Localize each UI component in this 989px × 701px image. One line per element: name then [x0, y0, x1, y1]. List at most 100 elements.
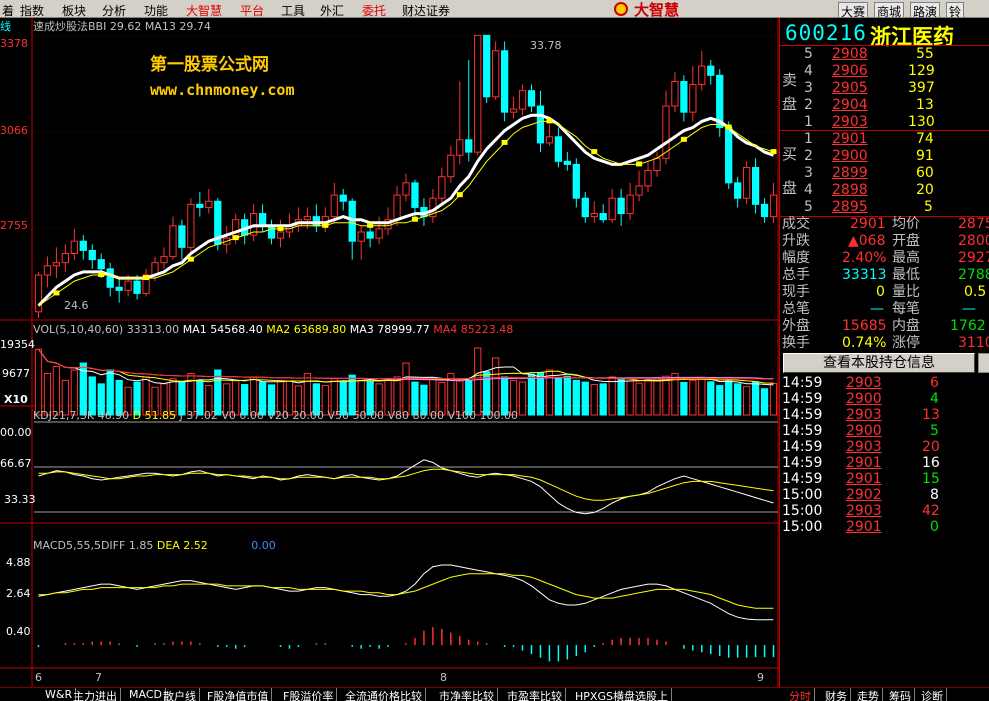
volume-bar: [402, 362, 410, 416]
candle-body: [581, 197, 589, 218]
buy-level-5[interactable]: 5 2895 5: [804, 199, 989, 216]
menu-item-broker[interactable]: 财达证券: [402, 2, 450, 19]
tab-trend[interactable]: 走势: [854, 688, 883, 701]
menu-item-forex[interactable]: 外汇: [320, 2, 344, 19]
sell-level-1[interactable]: 1 2903 130: [804, 114, 989, 131]
candle-body: [88, 249, 96, 261]
mall-button[interactable]: 商城: [874, 2, 905, 19]
chart-grid: [0, 18, 779, 687]
watermark-title: 第一股票公式网: [150, 55, 269, 75]
candle-body: [70, 240, 78, 254]
candle-body: [509, 108, 518, 113]
tab-hpxgs[interactable]: HPXGS横盘选股上: [572, 688, 672, 701]
sell-level-3[interactable]: 3 2905 397: [804, 80, 989, 97]
candle-body: [492, 50, 500, 98]
date-tick-9: 9: [757, 671, 764, 684]
candle-body: [608, 197, 616, 221]
volume-bar: [581, 381, 589, 416]
candle-body: [572, 163, 580, 199]
kdj-k-line: [38, 459, 774, 515]
tab-diagnose[interactable]: 诊断: [918, 688, 947, 701]
menu-item-analysis[interactable]: 分析: [102, 2, 126, 19]
menu-item-tools[interactable]: 工具: [281, 2, 305, 19]
tab-nav[interactable]: F股净值市值: [204, 688, 273, 701]
candle-body: [617, 197, 625, 215]
kdj-tick-100: 00.00: [0, 426, 32, 439]
sell-side-label-2: 盘: [782, 95, 798, 113]
tab-premium[interactable]: F股溢价率: [280, 688, 338, 701]
tab-float-compare[interactable]: 全流通价格比较: [342, 688, 426, 701]
vol-unit-label: X10: [4, 393, 28, 406]
tab-pb-compare[interactable]: 市净率比较: [436, 688, 498, 701]
sell-level-4[interactable]: 4 2906 129: [804, 63, 989, 80]
bell-button[interactable]: 铃: [946, 2, 965, 19]
volume-bar: [545, 369, 554, 416]
kline-chart[interactable]: [0, 18, 779, 687]
main-indicator-label: 速成炒股法BBI 29.62 MA13 29.74: [33, 20, 211, 33]
kdj-indicator-label: KDJ21,7,3K 46.90 D 51.85 J 37.02 V0 0.00…: [33, 409, 519, 422]
tab-finance[interactable]: 财务: [822, 688, 851, 701]
candle-body: [438, 176, 446, 199]
ma13-marker: [456, 192, 463, 198]
tab-main-force[interactable]: 主力进出: [70, 688, 121, 701]
volume-bar: [716, 385, 724, 416]
volume-bar: [734, 383, 742, 416]
candle-body: [680, 80, 688, 113]
buy-level-2[interactable]: 2 2900 91: [804, 148, 989, 165]
volume-bar: [492, 357, 500, 416]
candle-body: [34, 274, 43, 313]
tab-chips[interactable]: 筹码: [886, 688, 915, 701]
panel-toggle-button[interactable]: [978, 353, 989, 373]
menu-item-trade[interactable]: 委托: [362, 2, 386, 19]
menu-item-0[interactable]: 着: [2, 2, 14, 19]
view-holdings-button[interactable]: 查看本股持仓信息: [783, 353, 975, 373]
roadshow-button[interactable]: 路演: [910, 2, 941, 19]
sell-level-5[interactable]: 5 2908 55: [804, 46, 989, 63]
volume-bar: [626, 380, 634, 416]
macd-tick-low: 0.40: [6, 625, 31, 638]
candle-body: [312, 216, 320, 227]
candle-body: [545, 136, 554, 144]
kdj-d-line: [38, 468, 774, 501]
buy-level-1[interactable]: 1 2901 74: [804, 131, 989, 148]
macd-lines: [37, 564, 775, 662]
price-tick-top: 3378: [0, 37, 28, 50]
menu-item-sector[interactable]: 板块: [62, 2, 86, 19]
candle-body: [339, 194, 347, 202]
candle-body: [671, 80, 679, 107]
app-logo: 大智慧: [634, 1, 680, 19]
menu-item-function[interactable]: 功能: [144, 2, 168, 19]
volume-bar: [742, 386, 751, 416]
candle-body: [267, 225, 276, 239]
candle-body: [61, 252, 70, 264]
menu-item-index[interactable]: 指数: [20, 2, 44, 19]
menu-item-platform[interactable]: 平台: [240, 2, 264, 19]
candle-body: [635, 185, 643, 196]
contest-button[interactable]: 大赛: [838, 2, 869, 19]
moving-average-lines: [37, 113, 777, 307]
volume-bar: [707, 381, 715, 416]
tab-retail[interactable]: 散户线: [160, 688, 200, 701]
sell-level-2[interactable]: 2 2904 13: [804, 97, 989, 114]
volume-bar: [52, 366, 61, 416]
volume-bar: [563, 375, 571, 416]
candle-body: [402, 182, 410, 196]
volume-bar: [680, 381, 688, 416]
macd-indicator-label: MACD5,55,5DIFF 1.85 DEA 2.52 0.00: [33, 539, 276, 552]
menu-item-dzh[interactable]: 大智慧: [186, 2, 222, 19]
volume-bar: [34, 348, 43, 416]
buy-level-3[interactable]: 3 2899 60: [804, 165, 989, 182]
kdj-tick-33: 33.33: [4, 493, 36, 506]
ma13-marker: [680, 136, 687, 142]
candle-body: [43, 265, 52, 276]
tab-pe-compare[interactable]: 市盈率比较: [504, 688, 566, 701]
candle-body: [527, 90, 536, 107]
candle-body: [653, 157, 661, 172]
candle-body: [456, 139, 464, 156]
candle-body: [133, 280, 141, 294]
buy-level-4[interactable]: 4 2898 20: [804, 182, 989, 199]
ma13-marker: [322, 222, 329, 228]
candle-body: [178, 225, 186, 248]
tab-intraday[interactable]: 分时: [786, 688, 815, 701]
candle-body: [465, 139, 473, 153]
